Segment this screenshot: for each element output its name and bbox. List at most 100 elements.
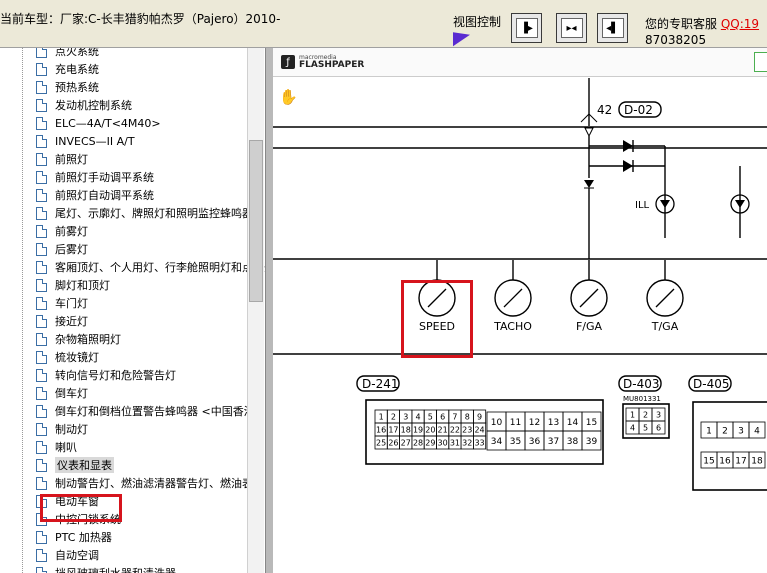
document-icon bbox=[36, 260, 47, 274]
tree-item[interactable]: 客厢顶灯、个人用灯、行李舱照明灯和点火开关照明灯 bbox=[36, 258, 265, 276]
pin-label: 13 bbox=[548, 418, 559, 428]
qq-link[interactable]: QQ:19 bbox=[721, 17, 759, 31]
flashpaper-viewer: ƒ macromedia FLASHPAPER ✋ 42 D-02 ILL SP… bbox=[273, 48, 767, 573]
pin-label: 4 bbox=[416, 413, 421, 422]
tree-item[interactable]: 仪表和显表 bbox=[36, 456, 114, 474]
tree-item-label: 制动灯 bbox=[55, 423, 88, 436]
pin-label: 23 bbox=[462, 426, 472, 435]
tree-item[interactable]: INVECS—II A/T bbox=[36, 132, 135, 150]
tree-item[interactable]: 脚灯和顶灯 bbox=[36, 276, 110, 294]
view-right-pane-button[interactable]: ▐▸ bbox=[511, 13, 542, 43]
connector-d241-label: D-241 bbox=[362, 377, 398, 391]
pin-label: 24 bbox=[474, 426, 484, 435]
view-left-pane-button[interactable]: ◂▌ bbox=[597, 13, 628, 43]
document-icon bbox=[36, 80, 47, 94]
tree-item[interactable]: 喇叭 bbox=[36, 438, 77, 456]
pin-label: 16 bbox=[719, 457, 731, 467]
view-split-button[interactable]: ▸◂ bbox=[556, 13, 587, 43]
pin-label: 27 bbox=[401, 439, 411, 448]
pin-label: 10 bbox=[491, 418, 503, 428]
tree-item[interactable]: 转向信号灯和危险警告灯 bbox=[36, 366, 176, 384]
pin-label: 19 bbox=[413, 426, 423, 435]
pin-label: 18 bbox=[751, 457, 763, 467]
connector-d403-partno: MU801331 bbox=[623, 395, 661, 403]
pin-label: 2 bbox=[643, 411, 648, 420]
tree-item-label: 后雾灯 bbox=[55, 243, 88, 256]
pin-label: 12 bbox=[529, 418, 540, 428]
tree-item[interactable]: 预热系统 bbox=[36, 78, 99, 96]
pin-label: 6 bbox=[440, 413, 445, 422]
viewer-toolbar: ƒ macromedia FLASHPAPER bbox=[273, 48, 767, 77]
tree-item-label: 预热系统 bbox=[55, 81, 99, 94]
document-icon bbox=[36, 350, 47, 364]
tree-item[interactable]: 发动机控制系统 bbox=[36, 96, 132, 114]
pin-label: 28 bbox=[413, 439, 423, 448]
system-tree: 点火系统充电系统预热系统发动机控制系统 ELC—4A/T<4M40> INVECS—… bbox=[0, 48, 265, 573]
document-icon bbox=[36, 206, 47, 220]
split-view-icon: ▸◂ bbox=[560, 18, 583, 38]
document-icon bbox=[36, 242, 47, 256]
tree-item[interactable]: 自动空调 bbox=[36, 546, 99, 564]
document-icon bbox=[36, 368, 47, 382]
customer-service: 您的专职客服 QQ:19 bbox=[645, 15, 759, 32]
pin-label: 29 bbox=[425, 439, 435, 448]
flashpaper-mark-icon: ƒ bbox=[281, 55, 295, 69]
pin-label: 20 bbox=[425, 426, 435, 435]
tree-item[interactable]: PTC 加热器 bbox=[36, 528, 112, 546]
tree-item[interactable]: 倒车灯和倒档位置警告蜂鸣器 <中国香港> bbox=[36, 402, 264, 420]
tree-item-label: 挡风玻璃刮水器和清洗器 bbox=[55, 565, 176, 573]
tree-scrollbar-thumb[interactable] bbox=[249, 140, 263, 302]
tree-item[interactable]: 尾灯、示廓灯、牌照灯和照明监控蜂鸣器 bbox=[36, 204, 253, 222]
document-icon bbox=[36, 98, 47, 112]
tree-item[interactable]: 后雾灯 bbox=[36, 240, 88, 258]
gauge-label: TACHO bbox=[493, 320, 532, 333]
tree-item[interactable]: 前照灯自动调平系统 bbox=[36, 186, 154, 204]
tree-item-label: 前照灯自动调平系统 bbox=[55, 189, 154, 202]
tree-item[interactable]: 倒车灯 bbox=[36, 384, 88, 402]
pin-label: 8 bbox=[465, 413, 470, 422]
brand-large: FLASHPAPER bbox=[299, 60, 365, 70]
pin-label: 25 bbox=[376, 439, 386, 448]
tree-item[interactable]: 前照灯 bbox=[36, 150, 88, 168]
document-icon bbox=[36, 332, 47, 346]
pin-label: 5 bbox=[643, 424, 648, 433]
flashpaper-logo: ƒ macromedia FLASHPAPER bbox=[281, 54, 364, 70]
pin-label: 18 bbox=[401, 426, 411, 435]
tree-item[interactable]: 挡风玻璃刮水器和清洗器 bbox=[36, 564, 176, 573]
document-icon bbox=[36, 440, 47, 454]
pin-label: 15 bbox=[586, 418, 597, 428]
tree-item-label: 发动机控制系统 bbox=[55, 99, 132, 112]
pin-label: 3 bbox=[656, 411, 661, 420]
tree-item[interactable]: 充电系统 bbox=[36, 60, 99, 78]
tree-item-label: 车门灯 bbox=[55, 297, 88, 310]
pin-label: 16 bbox=[376, 426, 386, 435]
tree-item[interactable]: 前照灯手动调平系统 bbox=[36, 168, 154, 186]
document-icon bbox=[36, 530, 47, 544]
tree-item[interactable]: 梳妆镜灯 bbox=[36, 348, 99, 366]
tree-item[interactable]: 杂物箱照明灯 bbox=[36, 330, 121, 348]
tree-item[interactable]: 车门灯 bbox=[36, 294, 88, 312]
pin-label: 1 bbox=[706, 427, 712, 437]
connector-d405-label: D-405 bbox=[693, 377, 729, 391]
tree-item-label: 自动空调 bbox=[55, 549, 99, 562]
document-icon bbox=[36, 224, 47, 238]
pin-label: 33 bbox=[474, 439, 484, 448]
tree-scrollbar[interactable] bbox=[247, 48, 264, 573]
document-icon bbox=[36, 62, 47, 76]
tree-item[interactable]: ELC—4A/T<4M40> bbox=[36, 114, 161, 132]
connector-d405-body bbox=[692, 401, 767, 491]
viewer-side-tab[interactable] bbox=[754, 52, 767, 72]
tree-guide-line bbox=[22, 48, 23, 573]
document-icon bbox=[36, 152, 47, 166]
tree-item[interactable]: 点火系统 bbox=[36, 48, 99, 60]
ill-label: ILL bbox=[635, 200, 650, 211]
tree-item-label: 点火系统 bbox=[55, 48, 99, 58]
tree-item[interactable]: 制动警告灯、燃油滤清器警告灯、燃油表 bbox=[36, 474, 253, 492]
tree-item-label: 喇叭 bbox=[55, 441, 77, 454]
tree-item-label: 梳妆镜灯 bbox=[55, 351, 99, 364]
tree-item-label: PTC 加热器 bbox=[55, 531, 112, 544]
document-icon bbox=[36, 566, 47, 573]
tree-item[interactable]: 制动灯 bbox=[36, 420, 88, 438]
tree-item[interactable]: 接近灯 bbox=[36, 312, 88, 330]
tree-item[interactable]: 前雾灯 bbox=[36, 222, 88, 240]
